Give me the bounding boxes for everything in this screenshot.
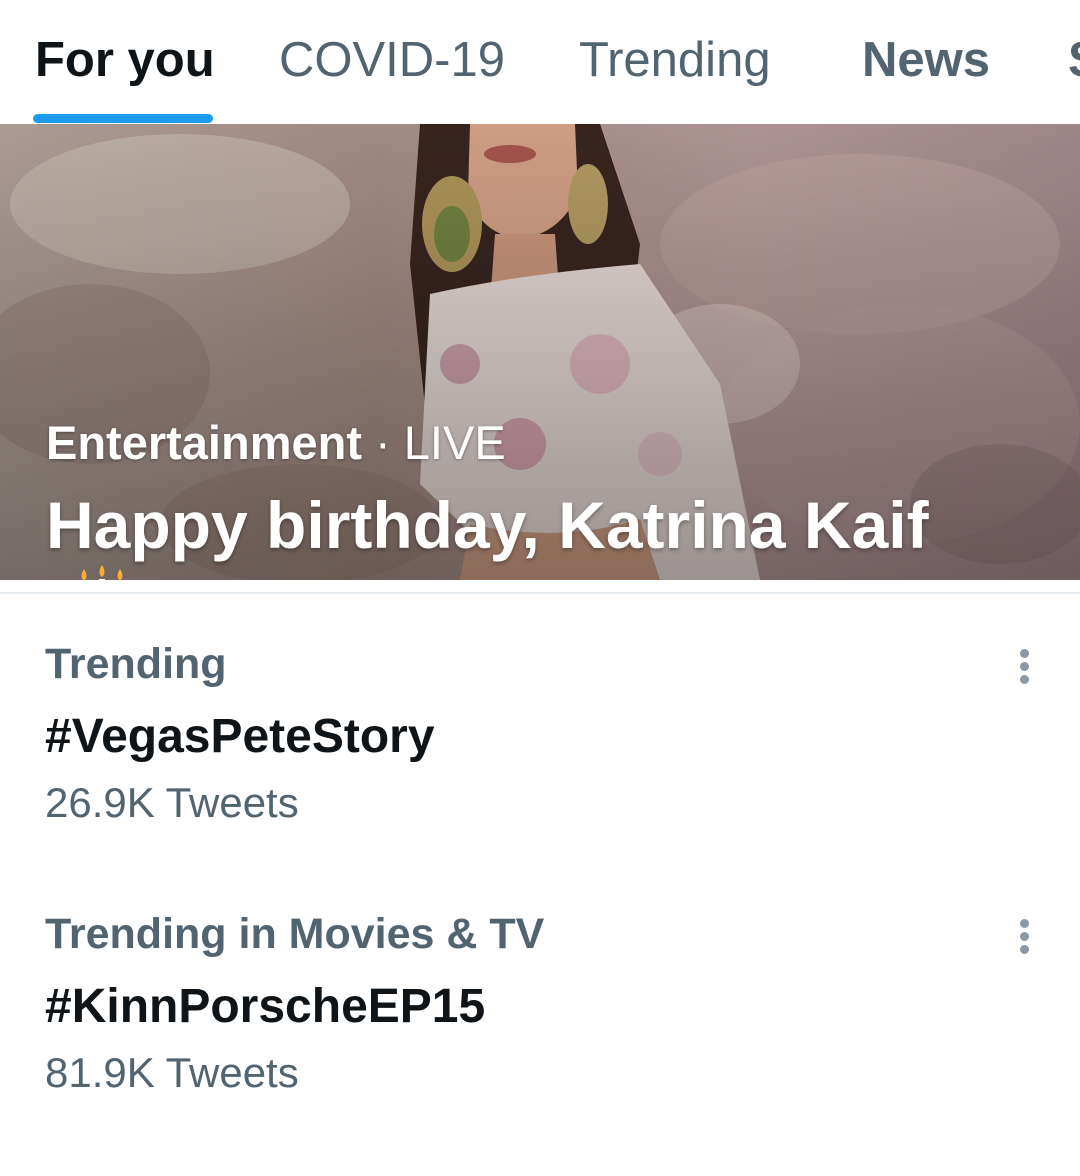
trend-name[interactable]: #VegasPeteStory: [45, 707, 435, 767]
meta-separator: ·: [362, 416, 404, 469]
event-caption: Entertainment · LIVE Happy birthday, Kat…: [46, 414, 1036, 580]
tab-for-you[interactable]: For you: [35, 30, 215, 90]
section-divider: [0, 592, 1080, 594]
tab-covid-19[interactable]: COVID-19: [279, 30, 505, 90]
trend-item[interactable]: Trending in Movies & TV #KinnPorscheEP15…: [0, 907, 1080, 1137]
event-title: Happy birthday, Katrina Kaif: [46, 478, 946, 580]
event-title-text: Happy birthday, Katrina Kaif: [46, 488, 929, 562]
event-meta: Entertainment · LIVE: [46, 414, 1036, 472]
tab-sports-partial[interactable]: S: [1068, 30, 1080, 90]
more-options-icon[interactable]: [1004, 909, 1044, 959]
dot: [1020, 675, 1029, 684]
dot: [1020, 945, 1029, 954]
trend-context: Trending: [45, 640, 227, 688]
tab-trending[interactable]: Trending: [579, 30, 771, 90]
tab-news[interactable]: News: [862, 30, 990, 90]
trend-name[interactable]: #KinnPorscheEP15: [45, 977, 485, 1037]
dot: [1020, 919, 1029, 928]
trend-context: Trending in Movies & TV: [45, 910, 545, 958]
dot: [1020, 932, 1029, 941]
top-tab-bar: For you COVID-19 Trending News S: [0, 0, 1080, 125]
trend-tweet-count: 26.9K Tweets: [45, 779, 299, 826]
trend-item[interactable]: Trending #VegasPeteStory 26.9K Tweets: [0, 637, 1080, 867]
birthday-cake-icon: [58, 565, 146, 580]
trend-tweet-count: 81.9K Tweets: [45, 1049, 299, 1096]
featured-event-card[interactable]: Entertainment · LIVE Happy birthday, Kat…: [0, 124, 1080, 580]
dot: [1020, 662, 1029, 671]
live-label: LIVE: [403, 416, 506, 469]
active-tab-indicator: [33, 114, 213, 123]
more-options-icon[interactable]: [1004, 639, 1044, 689]
event-category: Entertainment: [46, 416, 362, 469]
dot: [1020, 649, 1029, 658]
